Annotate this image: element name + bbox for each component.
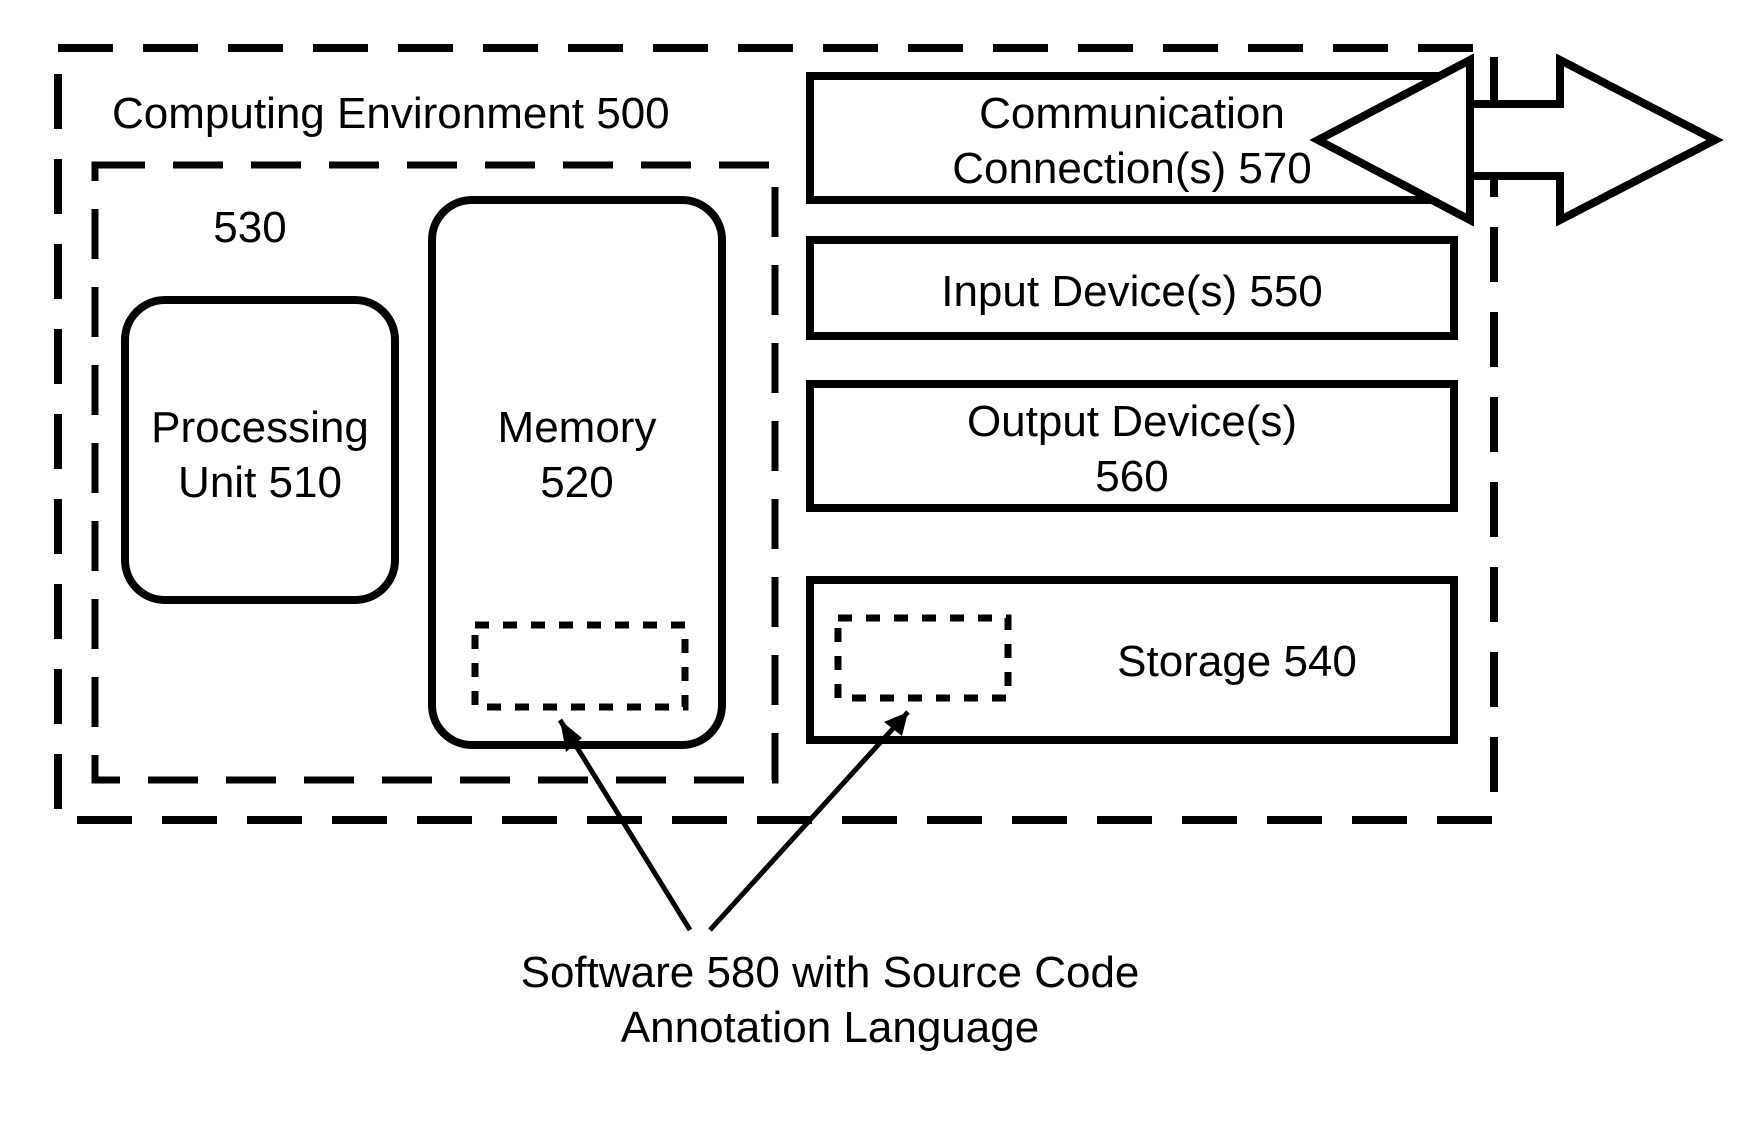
output-label: Output Device(s) 560 <box>810 394 1454 504</box>
diagram-stage: Computing Environment 500 530 Processing… <box>0 0 1738 1139</box>
inner-label: 530 <box>190 200 310 255</box>
input-label: Input Device(s) 550 <box>810 264 1454 319</box>
env-label: Computing Environment 500 <box>112 86 670 141</box>
processing-unit-label: Processing Unit 510 <box>125 400 395 510</box>
caption-label: Software 580 with Source Code Annotation… <box>380 945 1280 1055</box>
arrow-to-memory <box>560 720 690 930</box>
storage-label: Storage 540 <box>1020 634 1454 689</box>
communication-label: Communication Connection(s) 570 <box>810 86 1454 196</box>
memory-label: Memory 520 <box>432 400 722 510</box>
